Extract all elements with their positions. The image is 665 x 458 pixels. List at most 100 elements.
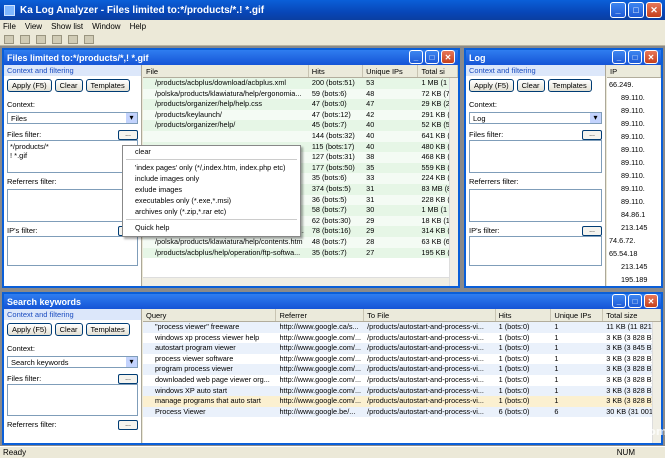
- copy-icon[interactable]: [52, 34, 62, 44]
- list-item[interactable]: 89.110.: [607, 195, 661, 208]
- search-files-filter-input[interactable]: [7, 384, 138, 416]
- log-ips-filter-input[interactable]: [469, 236, 602, 266]
- log-ips-filter-options-button[interactable]: ...: [582, 226, 602, 236]
- search-templates-button[interactable]: Templates: [85, 323, 130, 336]
- table-row[interactable]: /polska/products/klawiatura/help/ergonom…: [143, 88, 458, 100]
- list-item[interactable]: 89.110.: [607, 169, 661, 182]
- menu-item-clear[interactable]: clear: [123, 146, 300, 157]
- menu-item-archives[interactable]: archives only (*.zip,*.rar etc): [123, 206, 300, 217]
- list-item[interactable]: 89.110.: [607, 143, 661, 156]
- close-button[interactable]: ✕: [646, 2, 662, 18]
- table-row[interactable]: /products/keylaunch/47 (bots:12) 42 291 KB…: [143, 109, 458, 121]
- col-file[interactable]: File: [143, 65, 309, 77]
- col-referrer[interactable]: Referrer: [276, 309, 365, 321]
- col-ip[interactable]: IP: [607, 65, 661, 77]
- table-row[interactable]: 144 (bots:32) 40 641 KB (: [143, 130, 458, 142]
- menu-item-exclude-images[interactable]: exlude images: [123, 184, 300, 195]
- files-maximize-button[interactable]: □: [425, 50, 439, 64]
- log-referrers-filter-input[interactable]: [469, 189, 602, 222]
- col-total-size[interactable]: Total si: [418, 65, 458, 77]
- templates-button[interactable]: Templates: [85, 79, 130, 92]
- table-row[interactable]: /products/acbplus/download/acbplus.xml 20…: [143, 78, 458, 89]
- list-item[interactable]: 65.54.18: [607, 247, 661, 260]
- files-minimize-button[interactable]: _: [409, 50, 423, 64]
- menu-view[interactable]: View: [25, 22, 42, 31]
- files-horizontal-scrollbar[interactable]: [143, 277, 449, 286]
- log-minimize-button[interactable]: _: [612, 50, 626, 64]
- list-item[interactable]: 213.145: [607, 260, 661, 273]
- log-context-select[interactable]: Log: [469, 112, 602, 124]
- log-close-button[interactable]: ✕: [644, 50, 658, 64]
- maximize-button[interactable]: □: [628, 2, 644, 18]
- table-row[interactable]: windows xp process viewer help http://www…: [143, 332, 661, 344]
- paste-icon[interactable]: [68, 34, 78, 44]
- files-close-button[interactable]: ✕: [441, 50, 455, 64]
- search-maximize-button[interactable]: □: [628, 294, 642, 308]
- list-item[interactable]: 89.110.: [607, 104, 661, 117]
- search-context-select[interactable]: Search keywords: [7, 356, 138, 368]
- table-row[interactable]: program process viewer http://www.google.…: [143, 364, 661, 375]
- context-select[interactable]: Files: [7, 112, 138, 124]
- table-row[interactable]: /products/organizer/help/help.css 47 (bot…: [143, 99, 458, 110]
- table-row[interactable]: /products/organizer/help/45 (bots:7) 40 52…: [143, 120, 458, 131]
- files-filter-input[interactable]: */products/* ! *.gif: [7, 140, 138, 173]
- help-icon[interactable]: [84, 34, 94, 44]
- table-row[interactable]: autostart program viewer http://www.googl…: [143, 343, 661, 354]
- list-item[interactable]: 74.6.72.: [607, 234, 661, 247]
- list-item[interactable]: 89.110.: [607, 91, 661, 104]
- search-minimize-button[interactable]: _: [612, 294, 626, 308]
- menu-item-executables[interactable]: executables only (*.exe,*.msi): [123, 195, 300, 206]
- search-clear-button[interactable]: Clear: [54, 323, 83, 336]
- col-search-hits[interactable]: Hits: [496, 309, 552, 321]
- table-row[interactable]: downloaded web page viewer org... http://…: [143, 374, 661, 386]
- list-item[interactable]: 89.110.: [607, 130, 661, 143]
- menu-help[interactable]: Help: [130, 22, 146, 31]
- referrers-filter-input[interactable]: [7, 189, 138, 222]
- list-item[interactable]: 89.110.: [607, 117, 661, 130]
- col-hits[interactable]: Hits: [309, 65, 364, 77]
- menu-item-index-pages[interactable]: 'index pages' only (*/,index.htm, index.…: [123, 162, 300, 173]
- menu-file[interactable]: File: [3, 22, 16, 31]
- log-apply-button[interactable]: Apply (F5): [469, 79, 514, 92]
- col-unique-ips[interactable]: Unique IPs: [363, 65, 419, 77]
- col-to-file[interactable]: To File: [364, 309, 496, 321]
- list-item[interactable]: 84.86.1: [607, 208, 661, 221]
- search-close-button[interactable]: ✕: [644, 294, 658, 308]
- open-icon[interactable]: [20, 34, 30, 44]
- log-maximize-button[interactable]: □: [628, 50, 642, 64]
- table-row[interactable]: "process viewer" freeware http://www.goog…: [143, 322, 661, 333]
- cut-icon[interactable]: [36, 34, 46, 44]
- col-search-total-size[interactable]: Total size: [603, 309, 661, 321]
- log-clear-button[interactable]: Clear: [516, 79, 545, 92]
- table-row[interactable]: /products/acbplus/help/operation/ftp-sof…: [143, 247, 458, 259]
- menu-show-list[interactable]: Show list: [51, 22, 83, 31]
- list-item[interactable]: 213.145: [607, 221, 661, 234]
- table-row[interactable]: /polska/products/klawiatura/help/content…: [143, 236, 458, 248]
- menu-item-quick-help[interactable]: Quick help: [123, 222, 300, 233]
- new-icon[interactable]: [4, 34, 14, 44]
- apply-button[interactable]: Apply (F5): [7, 79, 52, 92]
- search-files-filter-options-button[interactable]: ...: [118, 374, 138, 384]
- minimize-button[interactable]: _: [610, 2, 626, 18]
- log-files-filter-input[interactable]: [469, 140, 602, 173]
- menu-item-include-images[interactable]: include images only: [123, 173, 300, 184]
- col-search-unique-ips[interactable]: Unique IPs: [551, 309, 604, 321]
- menu-window[interactable]: Window: [92, 22, 120, 31]
- search-referrers-filter-options-button[interactable]: ...: [118, 420, 138, 430]
- files-vertical-scrollbar[interactable]: [449, 78, 458, 286]
- table-row[interactable]: manage programs that auto start http://ww…: [143, 396, 661, 407]
- list-item[interactable]: 89.110.: [607, 156, 661, 169]
- list-item[interactable]: 89.110.: [607, 182, 661, 195]
- search-apply-button[interactable]: Apply (F5): [7, 323, 52, 336]
- files-filter-options-button[interactable]: ...: [118, 130, 138, 140]
- list-item[interactable]: 66.249.: [607, 78, 661, 91]
- table-row[interactable]: process viewer software http://www.google…: [143, 353, 661, 365]
- clear-button[interactable]: Clear: [54, 79, 83, 92]
- table-row[interactable]: windows XP auto start http://www.google.c…: [143, 385, 661, 397]
- ips-filter-input[interactable]: [7, 236, 138, 266]
- table-row[interactable]: Process Viewer http://www.google.be/... /p…: [143, 406, 661, 418]
- col-query[interactable]: Query: [143, 309, 277, 321]
- log-templates-button[interactable]: Templates: [547, 79, 592, 92]
- list-item[interactable]: 195.189: [607, 273, 661, 286]
- log-files-filter-options-button[interactable]: ...: [582, 130, 602, 140]
